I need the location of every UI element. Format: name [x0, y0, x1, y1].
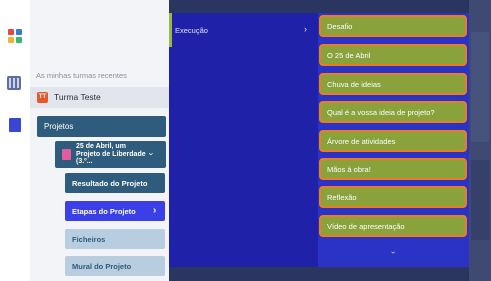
project-thumbnail: [62, 149, 71, 160]
square-icon[interactable]: [9, 118, 21, 132]
stage-item[interactable]: O 25 de Abril: [319, 44, 467, 66]
stage-item[interactable]: Chuva de ideias: [319, 73, 467, 95]
recent-classes-label: As minhas turmas recentes: [36, 71, 127, 80]
chevron-down-icon[interactable]: ›: [147, 153, 157, 156]
class-name: Turma Teste: [54, 92, 101, 102]
active-indicator: [169, 13, 172, 47]
stage-label: Chuva de ideias: [327, 80, 381, 89]
projects-label: Projetos: [44, 122, 74, 131]
stage-item[interactable]: Vídeo de apresentação: [319, 215, 467, 237]
apps-icon[interactable]: [8, 29, 22, 43]
stage-item[interactable]: Reflexão: [319, 186, 467, 208]
stage-label: O 25 de Abril: [327, 51, 371, 60]
stage-label: Mãos à obra!: [327, 165, 371, 174]
scroll-more-button[interactable]: ›: [318, 244, 469, 264]
sidebar-item-resultado[interactable]: Resultado do Projeto: [65, 173, 165, 193]
stage-item[interactable]: Mãos à obra!: [319, 158, 467, 180]
sidebar-item-label: Etapas do Projeto: [72, 207, 136, 216]
backdrop-right-strip: [469, 0, 491, 281]
project-title: 25 de Abril, um Projeto de Liberdade (3.…: [76, 143, 146, 166]
stage-item[interactable]: Desafio: [319, 15, 467, 37]
menu-item-label: Execução: [175, 26, 208, 35]
grid-icon[interactable]: [7, 76, 21, 90]
sidebar-item-etapas[interactable]: Etapas do Projeto ›: [65, 201, 165, 221]
stages-menu: Desafio O 25 de Abril Chuva de ideias Qu…: [318, 13, 469, 267]
stage-group-menu: Execução ›: [169, 13, 318, 267]
stage-item[interactable]: Qual é a vossa ideia de projeto?: [319, 101, 467, 123]
stage-label: Vídeo de apresentação: [327, 222, 405, 231]
stage-label: Desafio: [327, 22, 353, 31]
sidebar-item-mural[interactable]: Mural do Projeto: [65, 256, 165, 276]
sidebar-item-label: Ficheiros: [72, 235, 106, 244]
chevron-right-icon: ›: [153, 205, 157, 216]
sidebar-item-label: Resultado do Projeto: [72, 179, 148, 188]
stage-label: Reflexão: [327, 193, 357, 202]
stage-label: Qual é a vossa ideia de projeto?: [327, 108, 435, 117]
sidebar-item-label: Mural do Projeto: [72, 262, 132, 271]
stage-item[interactable]: Árvore de atividades: [319, 130, 467, 152]
left-rail: [0, 0, 30, 281]
chevron-right-icon: ›: [304, 24, 307, 34]
chevron-down-icon: ›: [388, 251, 398, 254]
class-avatar: TT: [37, 92, 48, 103]
stage-label: Árvore de atividades: [327, 137, 396, 146]
sidebar-item-ficheiros[interactable]: Ficheiros: [65, 229, 165, 249]
class-item[interactable]: TT Turma Teste: [30, 87, 169, 108]
project-card[interactable]: 25 de Abril, um Projeto de Liberdade (3.…: [55, 141, 166, 168]
projects-button[interactable]: Projetos: [37, 116, 166, 137]
